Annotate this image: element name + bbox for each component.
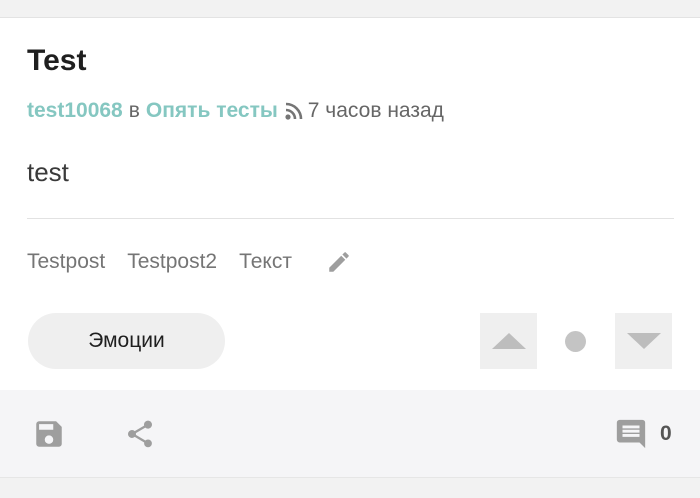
tag-list: Testpost Testpost2 Текст (27, 248, 352, 276)
edit-tags-button[interactable] (326, 249, 352, 275)
author-link[interactable]: test10068 (27, 97, 123, 125)
rating-indicator (565, 331, 586, 352)
share-icon (127, 420, 152, 448)
divider (27, 218, 674, 219)
rss-icon[interactable] (284, 101, 304, 121)
tag-item[interactable]: Testpost (27, 248, 105, 276)
post-body: test (27, 157, 69, 187)
post-time: 7 часов назад (307, 99, 444, 122)
post-meta: test10068 в Опять тесты 7 часов назад (27, 97, 444, 125)
meta-in-word: в (128, 99, 140, 122)
emotions-button[interactable]: Эмоции (28, 313, 225, 369)
post-footer: 0 (0, 390, 700, 478)
comments-button[interactable]: 0 (614, 417, 672, 451)
triangle-up-icon (491, 333, 526, 349)
vote-up-button[interactable] (480, 313, 537, 369)
pencil-icon (329, 252, 349, 272)
comment-icon (616, 419, 646, 449)
save-button[interactable] (32, 417, 66, 451)
bottom-strip (0, 478, 700, 498)
tag-item[interactable]: Текст (239, 248, 292, 276)
post-title[interactable]: Test (27, 43, 86, 79)
top-strip (0, 0, 700, 18)
floppy-disk-icon (36, 421, 62, 447)
post-card: Test test10068 в Опять тесты 7 часов наз… (0, 18, 700, 390)
community-link[interactable]: Опять тесты (146, 97, 278, 125)
tag-item[interactable]: Testpost2 (127, 248, 217, 276)
comment-count: 0 (660, 422, 672, 445)
triangle-down-icon (626, 333, 661, 349)
vote-down-button[interactable] (615, 313, 672, 369)
share-button[interactable] (124, 417, 156, 451)
